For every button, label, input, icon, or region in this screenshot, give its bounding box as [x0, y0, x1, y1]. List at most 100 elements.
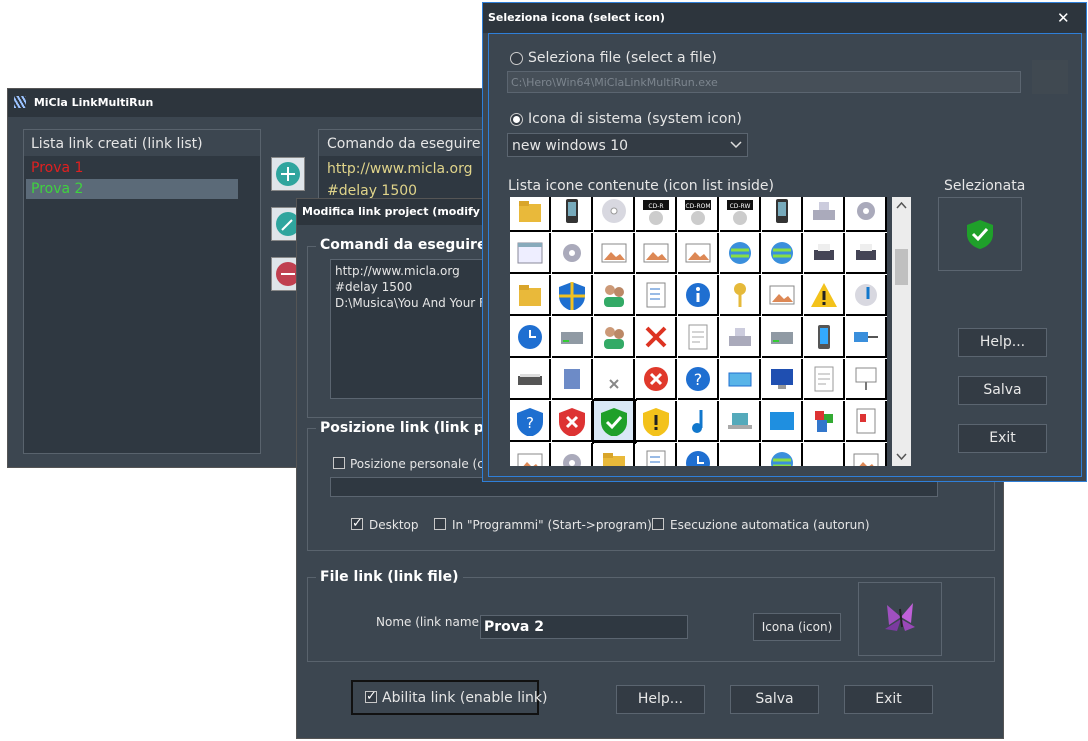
icon-cell-cd-drive[interactable]: CD-R — [636, 197, 677, 232]
icon-cell-shW[interactable] — [636, 401, 677, 442]
icon-cell-note[interactable] — [678, 401, 719, 442]
list-item-prova-1[interactable]: Prova 1 — [31, 160, 83, 176]
icon-cell-gear[interactable] — [846, 197, 887, 232]
icon-cell-shX[interactable] — [552, 401, 593, 442]
icon-cell-globe[interactable] — [762, 233, 803, 274]
icon-cell-gear[interactable] — [552, 233, 593, 274]
icon-cell-server[interactable] — [720, 317, 761, 358]
personal-position-checkbox[interactable] — [333, 457, 345, 469]
icon-cell-users[interactable] — [594, 317, 635, 358]
icon-cell-laptop[interactable] — [720, 401, 761, 442]
scroll-down-icon[interactable] — [896, 453, 907, 461]
icon-cell-globe[interactable] — [720, 233, 761, 274]
icon-cell-image[interactable] — [678, 233, 719, 274]
icon-cell-gear[interactable] — [552, 443, 593, 466]
icon-cell-pres[interactable] — [846, 359, 887, 400]
icon-cell-printer[interactable] — [804, 233, 845, 274]
icon-cell-cd-drive[interactable]: CD-ROM — [678, 197, 719, 232]
commands-text-3: D:\Musica\You And Your F — [335, 296, 486, 310]
icon-cell-doc[interactable] — [804, 359, 845, 400]
programs-checkbox[interactable] — [434, 518, 446, 530]
icon-cell-shQ[interactable]: ? — [510, 401, 551, 442]
icon-cell-drive[interactable] — [552, 317, 593, 358]
select-save-button[interactable]: Salva — [958, 376, 1047, 405]
icon-cell-image[interactable] — [846, 443, 887, 466]
icon-cell-phone[interactable] — [552, 197, 593, 232]
icon-list-scrollbar[interactable] — [892, 197, 911, 466]
icon-cell-shOK[interactable] — [592, 399, 637, 444]
icon-cell-server[interactable] — [804, 197, 845, 232]
icon-cell-xsmall[interactable] — [594, 359, 635, 400]
icon-cell-folder[interactable] — [510, 275, 551, 316]
icon-cell-phone[interactable] — [762, 197, 803, 232]
icon-cell-net[interactable] — [846, 317, 887, 358]
file-path-input[interactable]: C:\Hero\Win64\MiClaLinkMultiRun.exe — [507, 71, 1021, 93]
radio-dot — [513, 116, 520, 123]
icon-cell-warn[interactable] — [804, 275, 845, 316]
link-list[interactable]: Prova 1 Prova 2 — [24, 156, 260, 453]
system-icon-dropdown[interactable]: new windows 10 — [507, 133, 748, 157]
icon-cell-blank[interactable] — [720, 443, 761, 466]
icon-cell-xred[interactable] — [636, 317, 677, 358]
icon-button[interactable]: Icona (icon) — [753, 613, 841, 641]
modify-save-button[interactable]: Salva — [730, 685, 819, 714]
icon-cell-cd-drive[interactable]: CD-RW — [720, 197, 761, 232]
icon-cell-quest[interactable]: ? — [678, 359, 719, 400]
icon-cell-folder[interactable] — [594, 443, 635, 466]
icon-cell-doc[interactable] — [678, 317, 719, 358]
icon-cell-disc[interactable] — [594, 197, 635, 232]
enable-link-checkbox[interactable] — [365, 688, 377, 704]
select-icon-titlebar: Seleziona icona (select icon) — [483, 3, 1086, 33]
icon-cell-music[interactable] — [846, 275, 887, 316]
browse-file-button[interactable] — [1032, 60, 1068, 94]
select-exit-button[interactable]: Exit — [958, 424, 1047, 453]
icon-cell-drive[interactable] — [762, 317, 803, 358]
blank-icon — [809, 448, 839, 466]
icon-cell-info[interactable] — [678, 275, 719, 316]
icon-cell-monitor[interactable] — [762, 359, 803, 400]
icon-cell-image[interactable] — [762, 275, 803, 316]
scroll-up-icon[interactable] — [896, 201, 907, 209]
select-help-button[interactable]: Help... — [958, 328, 1047, 357]
icon-cell-tray[interactable] — [720, 359, 761, 400]
icon-cell-cube[interactable] — [552, 359, 593, 400]
icon-cell-image[interactable] — [636, 233, 677, 274]
enable-link-box[interactable]: Abilita link (enable link) — [351, 680, 547, 715]
icon-cell-printer[interactable] — [846, 233, 887, 274]
autorun-checkbox[interactable] — [652, 518, 664, 530]
modify-help-button[interactable]: Help... — [616, 685, 705, 714]
radio-system-icon[interactable] — [510, 113, 523, 126]
list-item-prova-2[interactable]: Prova 2 — [31, 181, 83, 197]
icon-cell-clock[interactable] — [510, 317, 551, 358]
icon-cell-folder[interactable] — [510, 197, 551, 232]
cd-drive-icon: CD-ROM — [685, 200, 711, 225]
icon-cell-image[interactable] — [594, 233, 635, 274]
mobile-icon — [818, 325, 830, 349]
icon-cell-globe[interactable] — [762, 443, 803, 466]
icon-cell-key[interactable] — [720, 275, 761, 316]
icon-list-grid[interactable]: CD-R CD-ROM CD-RW?? — [510, 197, 887, 466]
icon-cell-blocks[interactable] — [804, 401, 845, 442]
clock-icon — [518, 325, 542, 349]
icon-list-label: Lista icone contenute (icon list inside) — [508, 178, 774, 194]
icon-cell-mobile[interactable] — [804, 317, 845, 358]
close-icon[interactable]: ✕ — [1057, 9, 1070, 27]
scroll-thumb[interactable] — [895, 249, 908, 285]
add-link-button[interactable] — [271, 157, 305, 191]
icon-cell-clock[interactable] — [678, 443, 719, 466]
icon-cell-checklist[interactable] — [636, 443, 677, 466]
icon-cell-image[interactable] — [510, 443, 551, 466]
icon-cell-blank[interactable] — [804, 443, 845, 466]
icon-cell-users[interactable] — [594, 275, 635, 316]
radio-select-file[interactable] — [510, 52, 523, 65]
modify-exit-button[interactable]: Exit — [844, 685, 933, 714]
link-name-input[interactable]: Prova 2 — [480, 615, 688, 639]
icon-cell-screen[interactable] — [762, 401, 803, 442]
icon-cell-sheet[interactable] — [846, 401, 887, 442]
desktop-checkbox[interactable] — [351, 515, 363, 531]
icon-cell-shieldU[interactable] — [552, 275, 593, 316]
icon-cell-errc[interactable] — [636, 359, 677, 400]
icon-cell-scanner[interactable] — [510, 359, 551, 400]
icon-cell-window[interactable] — [510, 233, 551, 274]
icon-cell-checklist[interactable] — [636, 275, 677, 316]
